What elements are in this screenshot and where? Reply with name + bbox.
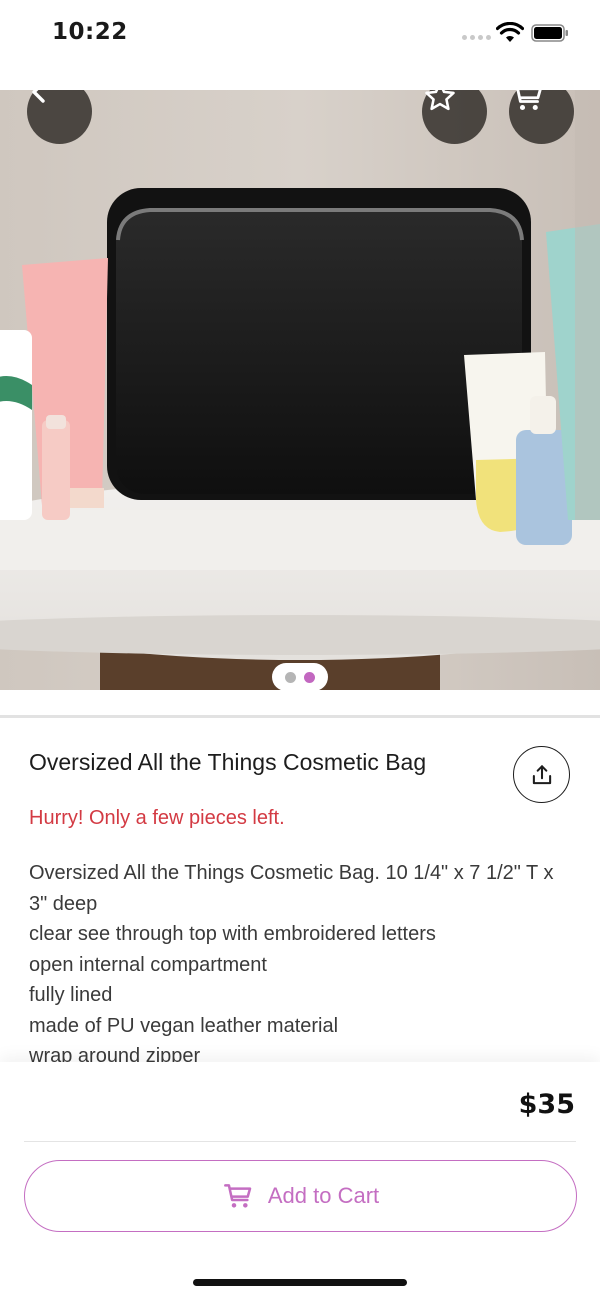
add-to-cart-button[interactable]: Add to Cart	[24, 1160, 577, 1232]
gallery-dot[interactable]	[285, 671, 296, 683]
product-photo	[0, 90, 600, 690]
gallery-page-indicator[interactable]	[272, 663, 328, 691]
price-divider	[24, 1141, 576, 1142]
description-line: Oversized All the Things Cosmetic Bag. 1…	[29, 862, 554, 915]
share-icon	[532, 764, 551, 784]
status-bar: 10:22	[0, 0, 600, 66]
cart-icon	[516, 90, 542, 111]
chevron-left-icon	[32, 90, 45, 103]
product-image-gallery[interactable]	[0, 90, 600, 690]
wifi-icon	[496, 22, 524, 42]
description-line: made of PU vegan leather material	[29, 1014, 339, 1037]
description-line: open internal compartment	[29, 953, 267, 976]
cellular-signal-icon	[462, 35, 491, 40]
home-indicator[interactable]	[193, 1279, 407, 1286]
gallery-dot-active[interactable]	[304, 671, 315, 683]
share-button[interactable]	[513, 746, 570, 803]
purchase-bar: $35 Add to Cart	[0, 1062, 600, 1299]
description-line: fully lined	[29, 984, 113, 1006]
product-price: $35	[518, 1089, 575, 1120]
description-line: clear see through top with embroidered l…	[29, 923, 436, 945]
stock-warning: Hurry! Only a few pieces left.	[29, 807, 285, 829]
description-line: wrap around zipper	[29, 1045, 201, 1064]
battery-icon	[531, 24, 568, 42]
product-description: Oversized All the Things Cosmetic Bag. 1…	[29, 858, 574, 1064]
add-to-cart-label: Add to Cart	[267, 1183, 380, 1208]
status-time: 10:22	[52, 19, 128, 45]
cart-icon	[223, 1184, 252, 1208]
product-title: Oversized All the Things Cosmetic Bag	[29, 749, 427, 775]
section-divider	[0, 715, 600, 718]
star-icon	[425, 90, 455, 111]
